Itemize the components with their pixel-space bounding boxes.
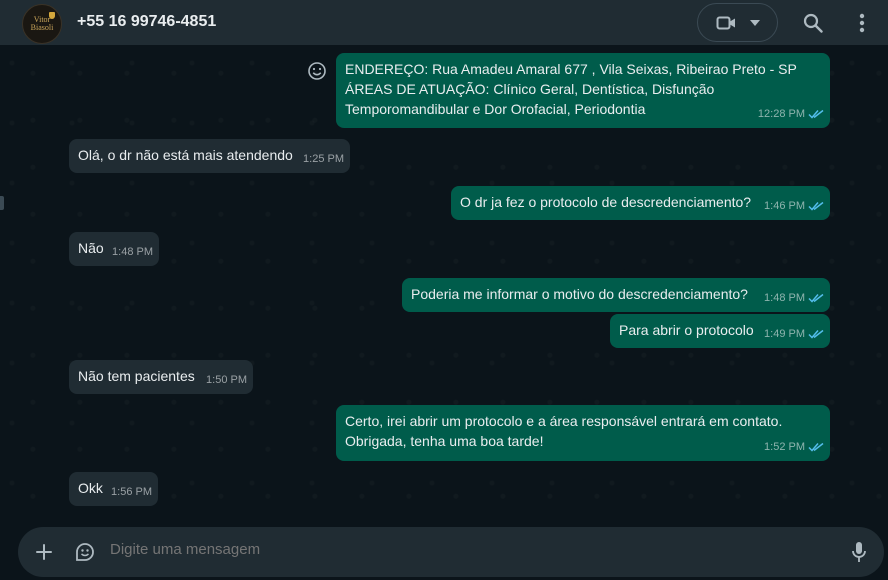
message-time: 1:52 PM (764, 441, 805, 453)
message-bubble-incoming[interactable]: Olá, o dr não está mais atendendo 1:25 P… (69, 139, 350, 173)
message-text-line: ENDEREÇO: Rua Amadeu Amaral 677 , Vila S… (345, 61, 797, 77)
video-call-icon (716, 16, 735, 29)
chevron-down-icon (749, 19, 760, 26)
chat-header: Vitor Biasoli +55 16 99746-4851 (0, 0, 888, 45)
search-icon (803, 13, 823, 33)
message-text-line: ÁREAS DE ATUAÇÃO: Clínico Geral, Dentíst… (345, 81, 715, 97)
message-text: Poderia me informar o motivo do descrede… (411, 286, 748, 302)
message-meta: 12:28 PM (758, 104, 824, 124)
message-bubble-incoming[interactable]: Não 1:48 PM (69, 232, 159, 266)
read-receipt-icon (808, 329, 824, 339)
avatar[interactable]: Vitor Biasoli (22, 4, 62, 44)
search-button[interactable] (802, 12, 824, 34)
message-composer (18, 527, 884, 577)
video-call-button[interactable] (697, 3, 778, 42)
message-time: 1:48 PM (764, 292, 805, 304)
message-bubble-outgoing[interactable]: Poderia me informar o motivo do descrede… (402, 278, 830, 312)
message-meta: 1:52 PM (764, 437, 824, 457)
message-bubble-outgoing[interactable]: Para abrir o protocolo 1:49 PM (610, 314, 830, 348)
avatar-logo-line-2: Biasoli (30, 23, 54, 32)
message-time: 1:48 PM (112, 246, 153, 258)
tooth-logo-icon (49, 12, 55, 19)
message-meta: 1:46 PM (764, 196, 824, 216)
message-time: 1:50 PM (206, 374, 247, 386)
message-meta: 1:50 PM (206, 370, 247, 390)
scrollbar-handle[interactable] (0, 196, 4, 210)
message-text: Olá, o dr não está mais atendendo (78, 147, 293, 163)
emoji-react-icon[interactable] (307, 61, 327, 81)
message-meta: 1:25 PM (303, 149, 344, 169)
message-meta: 1:48 PM (112, 242, 153, 262)
message-bubble-outgoing[interactable]: Certo, irei abrir um protocolo e a área … (336, 405, 830, 461)
read-receipt-icon (808, 109, 824, 119)
message-text-line: Temporomandibular e Dor Orofacial, Perio… (345, 101, 646, 117)
message-time: 12:28 PM (757, 108, 805, 120)
message-text-line: Obrigada, tenha uma boa tarde! (345, 433, 544, 449)
menu-button[interactable] (852, 12, 872, 34)
message-bubble-outgoing[interactable]: ENDEREÇO: Rua Amadeu Amaral 677 , Vila S… (336, 53, 830, 128)
read-receipt-icon (808, 201, 824, 211)
message-time: 1:56 PM (111, 486, 152, 498)
message-meta: 1:49 PM (764, 324, 824, 344)
read-receipt-icon (808, 442, 824, 452)
message-time: 1:49 PM (764, 328, 805, 340)
message-time: 1:25 PM (303, 153, 344, 165)
message-input[interactable] (110, 541, 810, 558)
more-vert-icon (859, 13, 865, 33)
mic-icon[interactable] (852, 541, 866, 563)
message-bubble-incoming[interactable]: Não tem pacientes 1:50 PM (69, 360, 253, 394)
message-bubble-outgoing[interactable]: O dr ja fez o protocolo de descredenciam… (451, 186, 830, 220)
plus-icon[interactable] (36, 544, 52, 560)
contact-name[interactable]: +55 16 99746-4851 (77, 13, 216, 31)
message-meta: 1:48 PM (764, 288, 824, 308)
message-meta: 1:56 PM (111, 482, 152, 502)
message-text-line: Certo, irei abrir um protocolo e a área … (345, 413, 783, 429)
read-receipt-icon (808, 293, 824, 303)
sticker-icon[interactable] (74, 541, 96, 563)
message-time: 1:46 PM (764, 200, 805, 212)
message-bubble-incoming[interactable]: Okk 1:56 PM (69, 472, 158, 506)
